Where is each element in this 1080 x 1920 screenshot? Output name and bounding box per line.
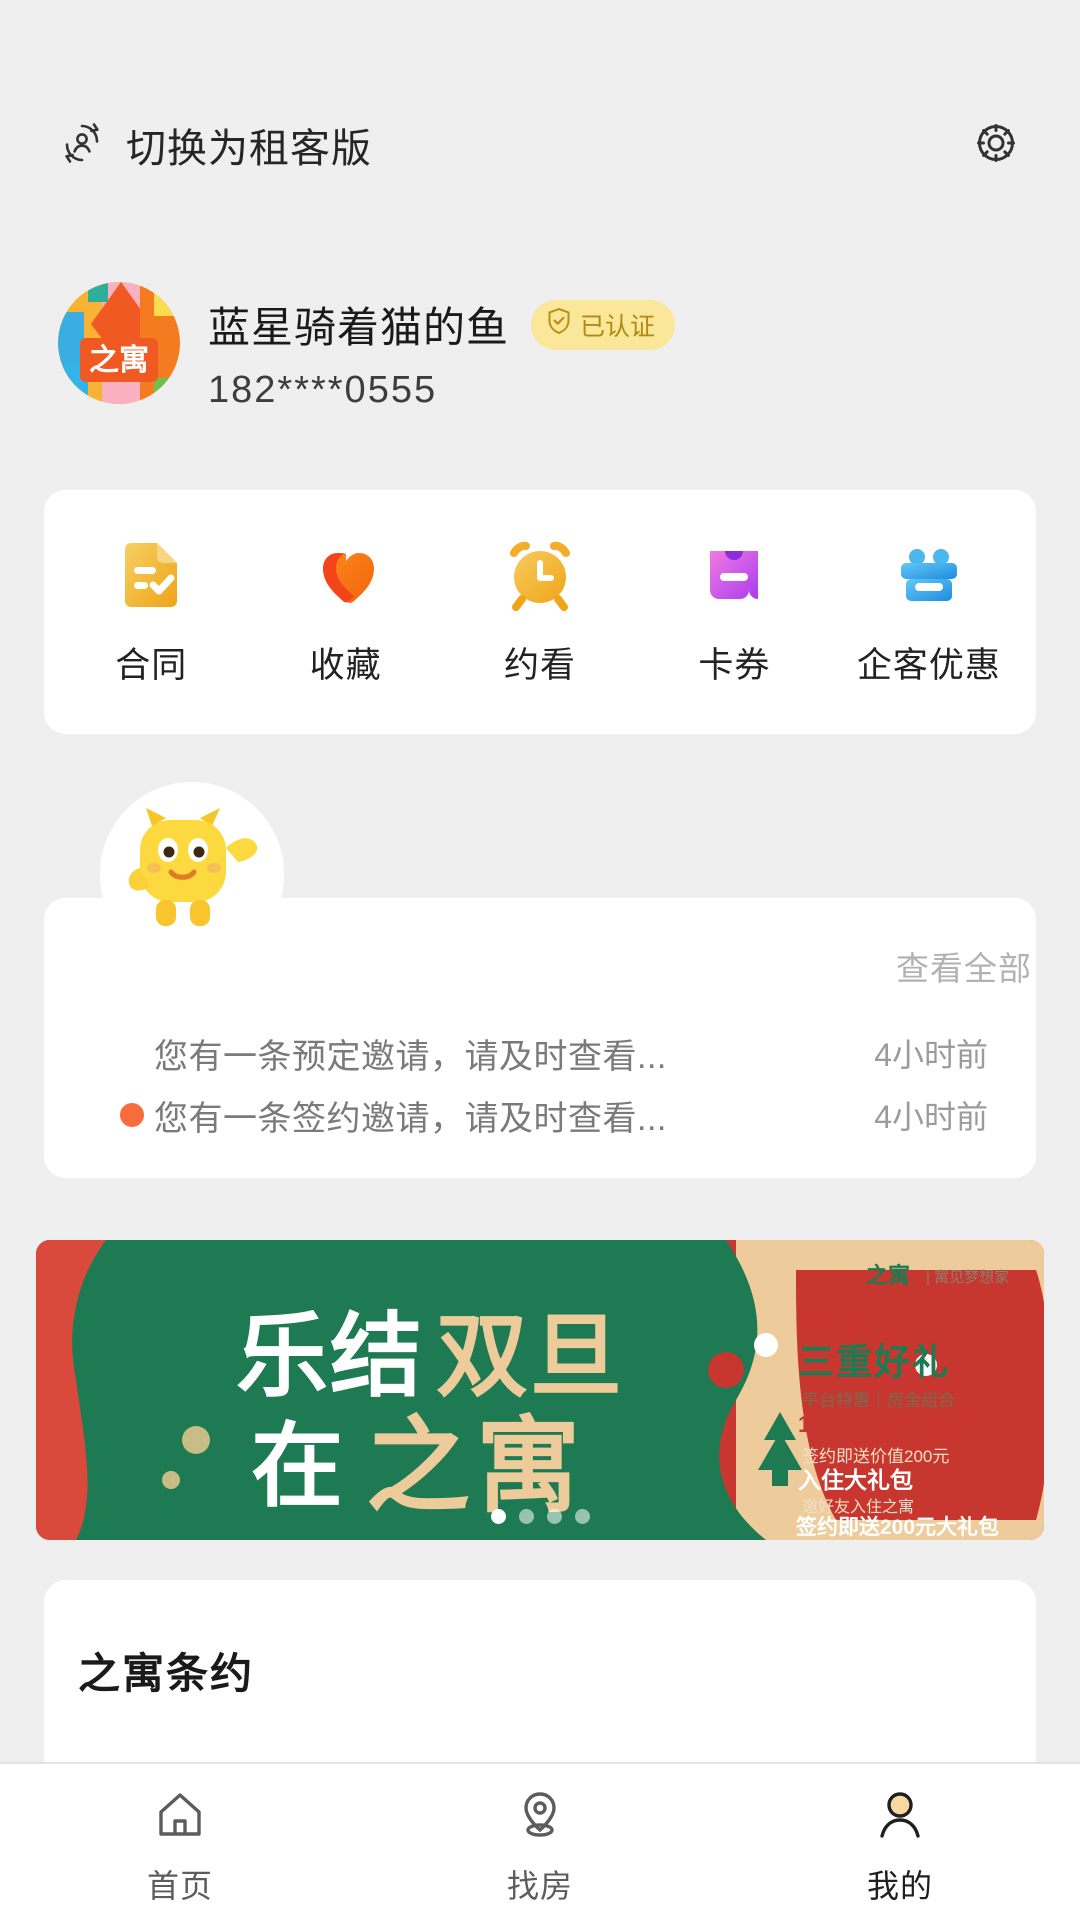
coupon-ticket-icon	[696, 537, 772, 613]
view-all-messages-link[interactable]: 查看全部	[896, 942, 1032, 990]
list-item[interactable]: 您有一条签约邀请，请及时查看... 4小时前	[44, 1084, 1036, 1146]
message-time: 4小时前	[874, 1099, 988, 1135]
quick-actions-card: 合同 收藏 约看 卡券 企客优惠	[44, 490, 1036, 734]
message-text: 您有一条预定邀请，请及时查看...	[154, 1037, 667, 1076]
quick-action-favorites[interactable]: 收藏	[248, 537, 442, 688]
svg-text:在: 在	[251, 1416, 343, 1518]
svg-text:限时大促: 限时大促	[806, 1302, 950, 1340]
quick-action-label: 卡券	[698, 645, 771, 685]
svg-text:乐结: 乐结	[236, 1306, 424, 1408]
svg-text:之寓: 之寓	[89, 343, 149, 377]
name-row: 蓝星骑着猫的鱼 已认证	[208, 294, 676, 355]
shield-check-icon	[546, 307, 572, 342]
svg-text:1400元/月可月付: 1400元/月可月付	[798, 1411, 971, 1437]
tab-label: 我的	[866, 1868, 933, 1904]
gear-icon[interactable]	[970, 117, 1022, 174]
tab-label: 找房	[506, 1868, 573, 1904]
quick-action-viewing[interactable]: 约看	[443, 537, 637, 688]
svg-text:双旦: 双旦	[436, 1306, 624, 1408]
page-title: 之寓条约	[78, 1650, 255, 1697]
unread-dot	[120, 1103, 144, 1127]
message-text: 您有一条签约邀请，请及时查看...	[154, 1099, 667, 1138]
tab-find-house[interactable]: 找房	[360, 1786, 720, 1907]
map-pin-icon	[511, 1786, 569, 1849]
banner-dot[interactable]	[574, 1509, 590, 1524]
quick-action-enterprise-offers[interactable]: 企客优惠	[832, 537, 1026, 688]
person-icon	[871, 1786, 929, 1849]
quick-action-label: 收藏	[309, 645, 382, 685]
switch-role-label: 切换为租客版	[126, 127, 372, 171]
switch-role-button[interactable]: 切换为租客版	[58, 116, 372, 174]
svg-text:入住大礼包: 入住大礼包	[798, 1467, 913, 1493]
quick-action-label: 约看	[504, 645, 577, 685]
heart-icon	[308, 537, 384, 613]
tab-home[interactable]: 首页	[0, 1786, 360, 1907]
home-icon	[151, 1786, 209, 1849]
quick-action-label: 合同	[115, 645, 188, 685]
svg-text:之寓: 之寓	[866, 1263, 910, 1288]
message-time: 4小时前	[874, 1037, 988, 1073]
svg-text:平台特惠｜房金组合: 平台特惠｜房金组合	[802, 1391, 955, 1410]
user-switch-icon	[58, 119, 106, 172]
profile-block[interactable]: 之寓 蓝星骑着猫的鱼 已认证 182****0555	[58, 282, 676, 412]
banner-dot[interactable]	[490, 1509, 506, 1524]
alarm-clock-icon	[502, 537, 578, 613]
quick-action-contract[interactable]: 合同	[54, 537, 248, 688]
list-item[interactable]: 您有一条预定邀请，请及时查看... 4小时前	[44, 1022, 1036, 1084]
tab-mine[interactable]: 我的	[720, 1786, 1080, 1907]
top-bar: 切换为租客版	[0, 100, 1080, 190]
promo-banner[interactable]: 乐结 双旦 在 之寓 GO HOME 之寓 | 寓见梦想家 限时大促 三重好礼 …	[36, 1240, 1044, 1540]
banner-dot[interactable]	[546, 1509, 562, 1524]
yellow-monster-mascot	[116, 798, 268, 958]
message-list: 您有一条预定邀请，请及时查看... 4小时前 您有一条签约邀请，请及时查看...…	[44, 1022, 1036, 1146]
phone-number: 182****0555	[208, 369, 438, 411]
avatar[interactable]: 之寓	[58, 282, 180, 404]
username: 蓝星骑着猫的鱼	[208, 304, 510, 351]
banner-dot[interactable]	[518, 1509, 534, 1524]
svg-text:| 寓见梦想家: | 寓见梦想家	[926, 1268, 1009, 1286]
quick-action-label: 企客优惠	[856, 645, 1001, 685]
tab-label: 首页	[146, 1868, 213, 1904]
profile-details: 蓝星骑着猫的鱼 已认证 182****0555	[208, 282, 676, 412]
banner-pagination[interactable]	[36, 1509, 1044, 1524]
contract-icon	[113, 537, 189, 613]
gift-box-icon	[891, 537, 967, 613]
bottom-tab-bar: 首页 找房 我的	[0, 1762, 1080, 1920]
svg-text:之寓: 之寓	[366, 1409, 586, 1525]
svg-text:三重好礼: 三重好礼	[798, 1341, 950, 1382]
quick-action-coupons[interactable]: 卡券	[637, 537, 831, 688]
status-badge-label: 已认证	[580, 312, 656, 341]
app-screen: 切换为租客版 之寓 蓝星骑着猫的鱼 已认证 182****0555 合同 收藏 …	[0, 0, 1080, 1920]
status-badge: 已认证	[531, 299, 676, 350]
svg-text:签约即送价值200元: 签约即送价值200元	[802, 1447, 949, 1466]
